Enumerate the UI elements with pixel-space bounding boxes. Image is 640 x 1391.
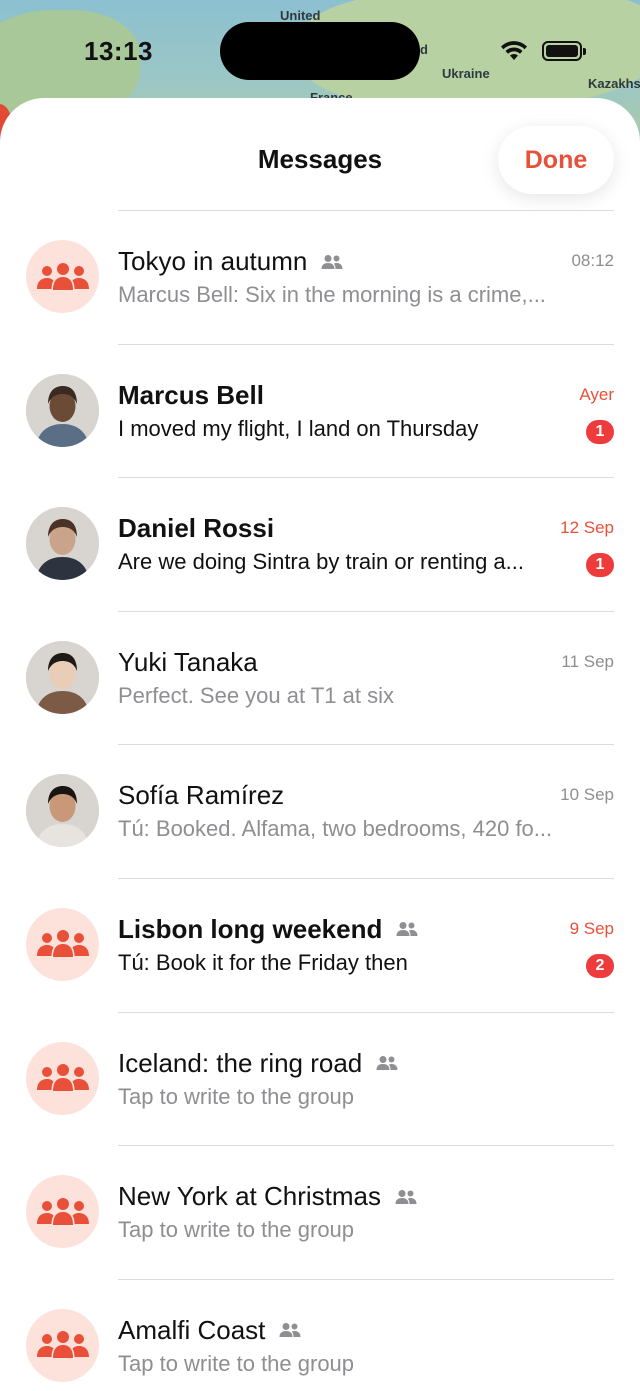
conversation-row[interactable]: New York at Christmas Tap to write to th… [0, 1146, 640, 1280]
conversation-title: Sofía Ramírez [118, 780, 284, 811]
group-indicator-icon [307, 254, 343, 270]
conversation-title: Lisbon long weekend [118, 914, 418, 945]
map-label: Ukraine [442, 66, 490, 81]
unread-badge: 2 [586, 953, 614, 978]
dynamic-island [220, 22, 420, 80]
group-avatar-icon [26, 240, 99, 313]
conversation-title-text: Sofía Ramírez [118, 780, 285, 811]
conversation-title-text: Amalfi Coast [118, 1314, 266, 1345]
conversation-list: Tokyo in autumn 08:12 Marcus Bell: Six in… [0, 211, 640, 1391]
map-label: United [280, 8, 321, 23]
conversation-preview: Tap to write to the group [118, 1083, 355, 1109]
conversation-title-text: Marcus Bell [118, 379, 264, 410]
conversation-row[interactable]: Amalfi Coast Tap to write to the group [0, 1280, 640, 1391]
avatar [26, 774, 99, 848]
messages-sheet: Messages Done Tokyo in autumn 08:12 Marcu… [0, 98, 640, 1391]
conversation-title-text: Iceland: the ring road [118, 1047, 363, 1078]
conversation-row[interactable]: Sofía Ramírez 10 Sep Tú: Booked. Alfama, t… [0, 745, 640, 879]
group-indicator-icon [265, 1322, 301, 1338]
conversation-preview: Tap to write to the group [118, 1350, 355, 1376]
conversation-row[interactable]: Marcus Bell Ayer I moved my flight, I land… [0, 345, 640, 479]
conversation-timestamp: 12 Sep [560, 518, 614, 538]
conversation-timestamp: 08:12 [571, 251, 614, 270]
conversation-title-text: Tokyo in autumn [118, 246, 308, 276]
conversation-title-text: New York at Christmas [118, 1181, 381, 1212]
conversation-title: New York at Christmas [118, 1181, 417, 1212]
group-avatar-icon [26, 1175, 99, 1249]
conversation-title: Yuki Tanaka [118, 647, 258, 678]
battery-icon [542, 41, 586, 61]
conversation-preview: Tap to write to the group [118, 1217, 355, 1243]
conversation-title-text: Yuki Tanaka [118, 646, 258, 677]
conversation-row[interactable]: Lisbon long weekend 9 Sep Tú: Book it for… [0, 879, 640, 1013]
avatar [26, 373, 99, 447]
status-bar-time: 13:13 [84, 36, 153, 66]
group-indicator-icon [381, 1189, 417, 1205]
conversation-preview: Are we doing Sintra by train or renting … [118, 549, 524, 575]
wifi-icon [501, 41, 527, 60]
conversation-title: Daniel Rossi [118, 513, 274, 544]
conversation-title-text: Daniel Rossi [118, 513, 275, 544]
avatar [26, 640, 99, 714]
conversation-row[interactable]: Yuki Tanaka 11 Sep Perfect. See you at T1 … [0, 612, 640, 746]
conversation-title: Marcus Bell [118, 380, 264, 411]
conversation-timestamp: Ayer [579, 384, 614, 404]
group-avatar-icon [26, 907, 99, 981]
conversation-title-text: Lisbon long weekend [118, 913, 383, 944]
map-label: d [420, 42, 428, 57]
conversation-row[interactable]: Daniel Rossi 12 Sep Are we doing Sintra by… [0, 478, 640, 612]
group-indicator-icon [382, 921, 418, 937]
conversation-preview: Tú: Book it for the Friday then [118, 949, 408, 975]
unread-badge: 1 [586, 419, 614, 444]
conversation-title: Iceland: the ring road [118, 1048, 398, 1079]
done-button[interactable]: Done [498, 126, 614, 194]
conversation-preview: Marcus Bell: Six in the morning is a cri… [118, 282, 546, 307]
conversation-timestamp: 10 Sep [560, 785, 614, 805]
group-avatar-icon [26, 1041, 99, 1115]
conversation-title: Tokyo in autumn [118, 246, 343, 277]
conversation-preview: Perfect. See you at T1 at six [118, 682, 394, 708]
conversation-preview: Tú: Booked. Alfama, two bedrooms, 420 fo… [118, 816, 553, 842]
conversation-timestamp: 9 Sep [569, 918, 614, 938]
unread-badge: 1 [586, 553, 614, 578]
map-label: Kazakhs [588, 76, 640, 91]
conversation-row[interactable]: Tokyo in autumn 08:12 Marcus Bell: Six in… [0, 211, 640, 345]
group-avatar-icon [26, 1308, 99, 1382]
conversation-row[interactable]: Iceland: the ring road Tap to write to t… [0, 1013, 640, 1147]
conversation-preview: I moved my flight, I land on Thursday [118, 415, 479, 441]
conversation-title: Amalfi Coast [118, 1315, 301, 1346]
avatar [26, 507, 99, 581]
group-indicator-icon [362, 1055, 398, 1071]
conversation-timestamp: 11 Sep [561, 651, 614, 671]
